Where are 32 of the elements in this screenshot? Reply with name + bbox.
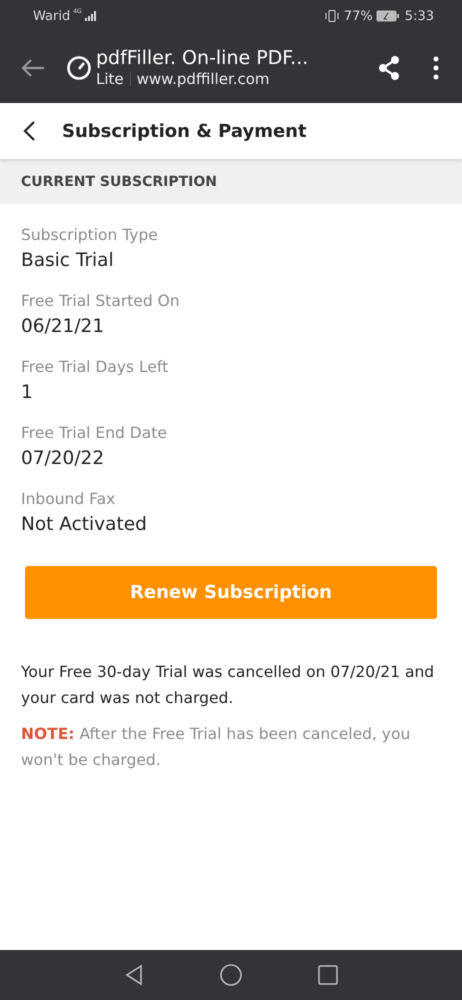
field-value: 1 [21,381,34,405]
field-label: Free Trial Days Left [21,357,170,378]
carrier-name: Warid [33,8,70,24]
note-text: NOTE: After the Free Trial has been canceled, you won't be charged. [21,724,412,771]
field-label: Inbound Fax [21,489,116,510]
section-title: CURRENT SUBSCRIPTION [21,174,218,190]
vibrate-icon [324,10,339,22]
field-label: Free Trial End Date [21,423,168,444]
lite-label: Lite [96,70,124,88]
back-nav-icon[interactable] [124,964,144,986]
url-text: www.pdffiller.com [136,70,270,88]
field-label: Free Trial Started On [21,291,181,312]
share-icon[interactable] [376,54,402,80]
field-value: 07/20/22 [21,447,106,471]
back-icon[interactable] [22,120,36,142]
gauge-icon [66,54,92,80]
page-title: pdfFiller. On-line PDF... [96,47,310,70]
field-label: Subscription Type [21,225,159,246]
field-value: Basic Trial [21,249,115,273]
renew-subscription-button[interactable]: Renew Subscription [25,566,437,619]
field-value: 06/21/21 [21,315,106,339]
recents-nav-icon[interactable] [318,965,338,985]
back-arrow-icon[interactable] [20,56,46,78]
battery-icon [376,10,400,22]
field-value: Not Activated [21,513,148,537]
clock: 5:33 [404,8,434,24]
more-icon[interactable] [432,56,440,80]
battery-percent: 77% [344,8,373,24]
signal-icon [84,11,97,21]
header-title: Subscription & Payment [62,120,307,142]
cancellation-message: Your Free 30-day Trial was cancelled on 07/20/21 and your card was not charged. [21,662,436,709]
home-nav-icon[interactable] [219,963,243,987]
